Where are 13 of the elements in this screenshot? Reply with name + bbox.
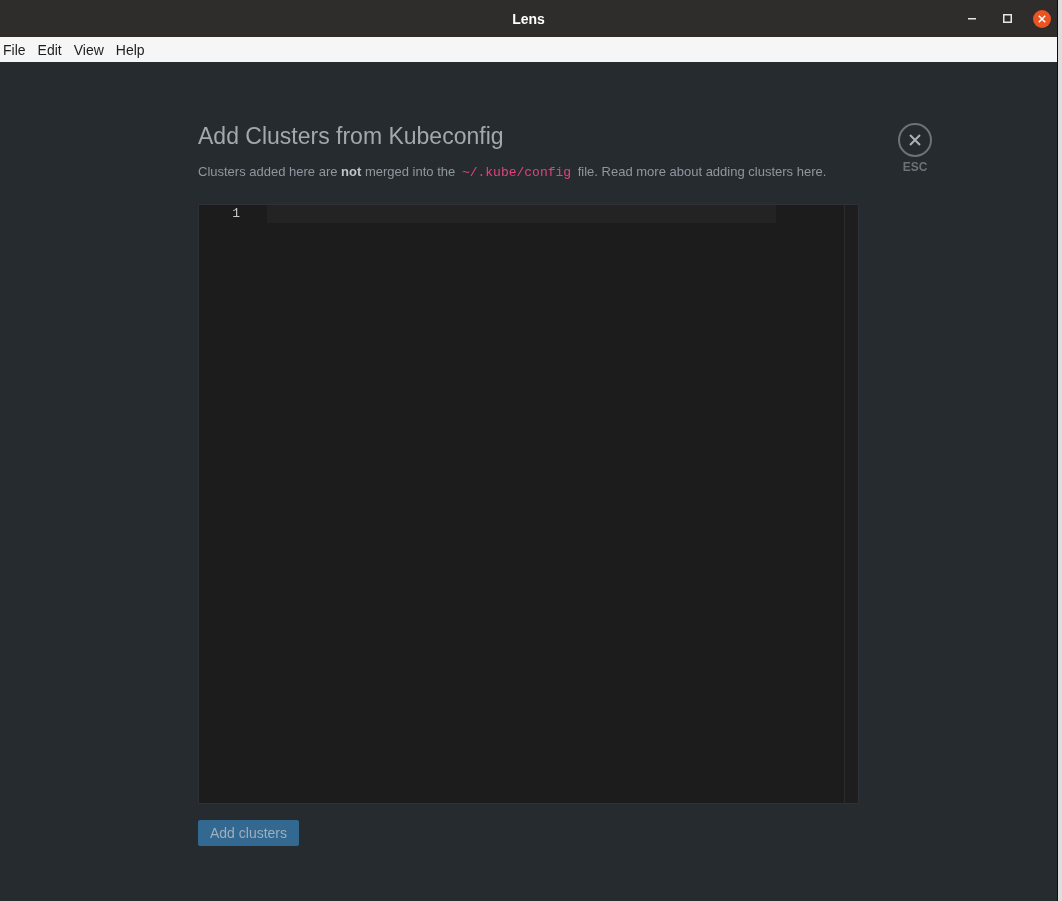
window-title: Lens	[512, 10, 545, 27]
minimize-icon[interactable]	[968, 17, 976, 20]
close-icon	[898, 123, 932, 157]
dialog-title: Add Clusters from Kubeconfig	[198, 122, 504, 150]
menu-item[interactable]: File	[3, 41, 26, 58]
line-number: 1	[231, 205, 240, 223]
menu-item[interactable]: Edit	[37, 41, 62, 58]
close-icon[interactable]	[1033, 9, 1051, 28]
menu-item[interactable]: Help	[115, 41, 145, 58]
maximize-icon[interactable]	[1003, 14, 1012, 23]
code-editor[interactable]: 1	[198, 204, 859, 804]
menu-item[interactable]: View	[73, 41, 104, 58]
description-text: Clusters added here are not merged into the ~/.kube/config file. Read more about adding clusters here.	[198, 163, 827, 182]
